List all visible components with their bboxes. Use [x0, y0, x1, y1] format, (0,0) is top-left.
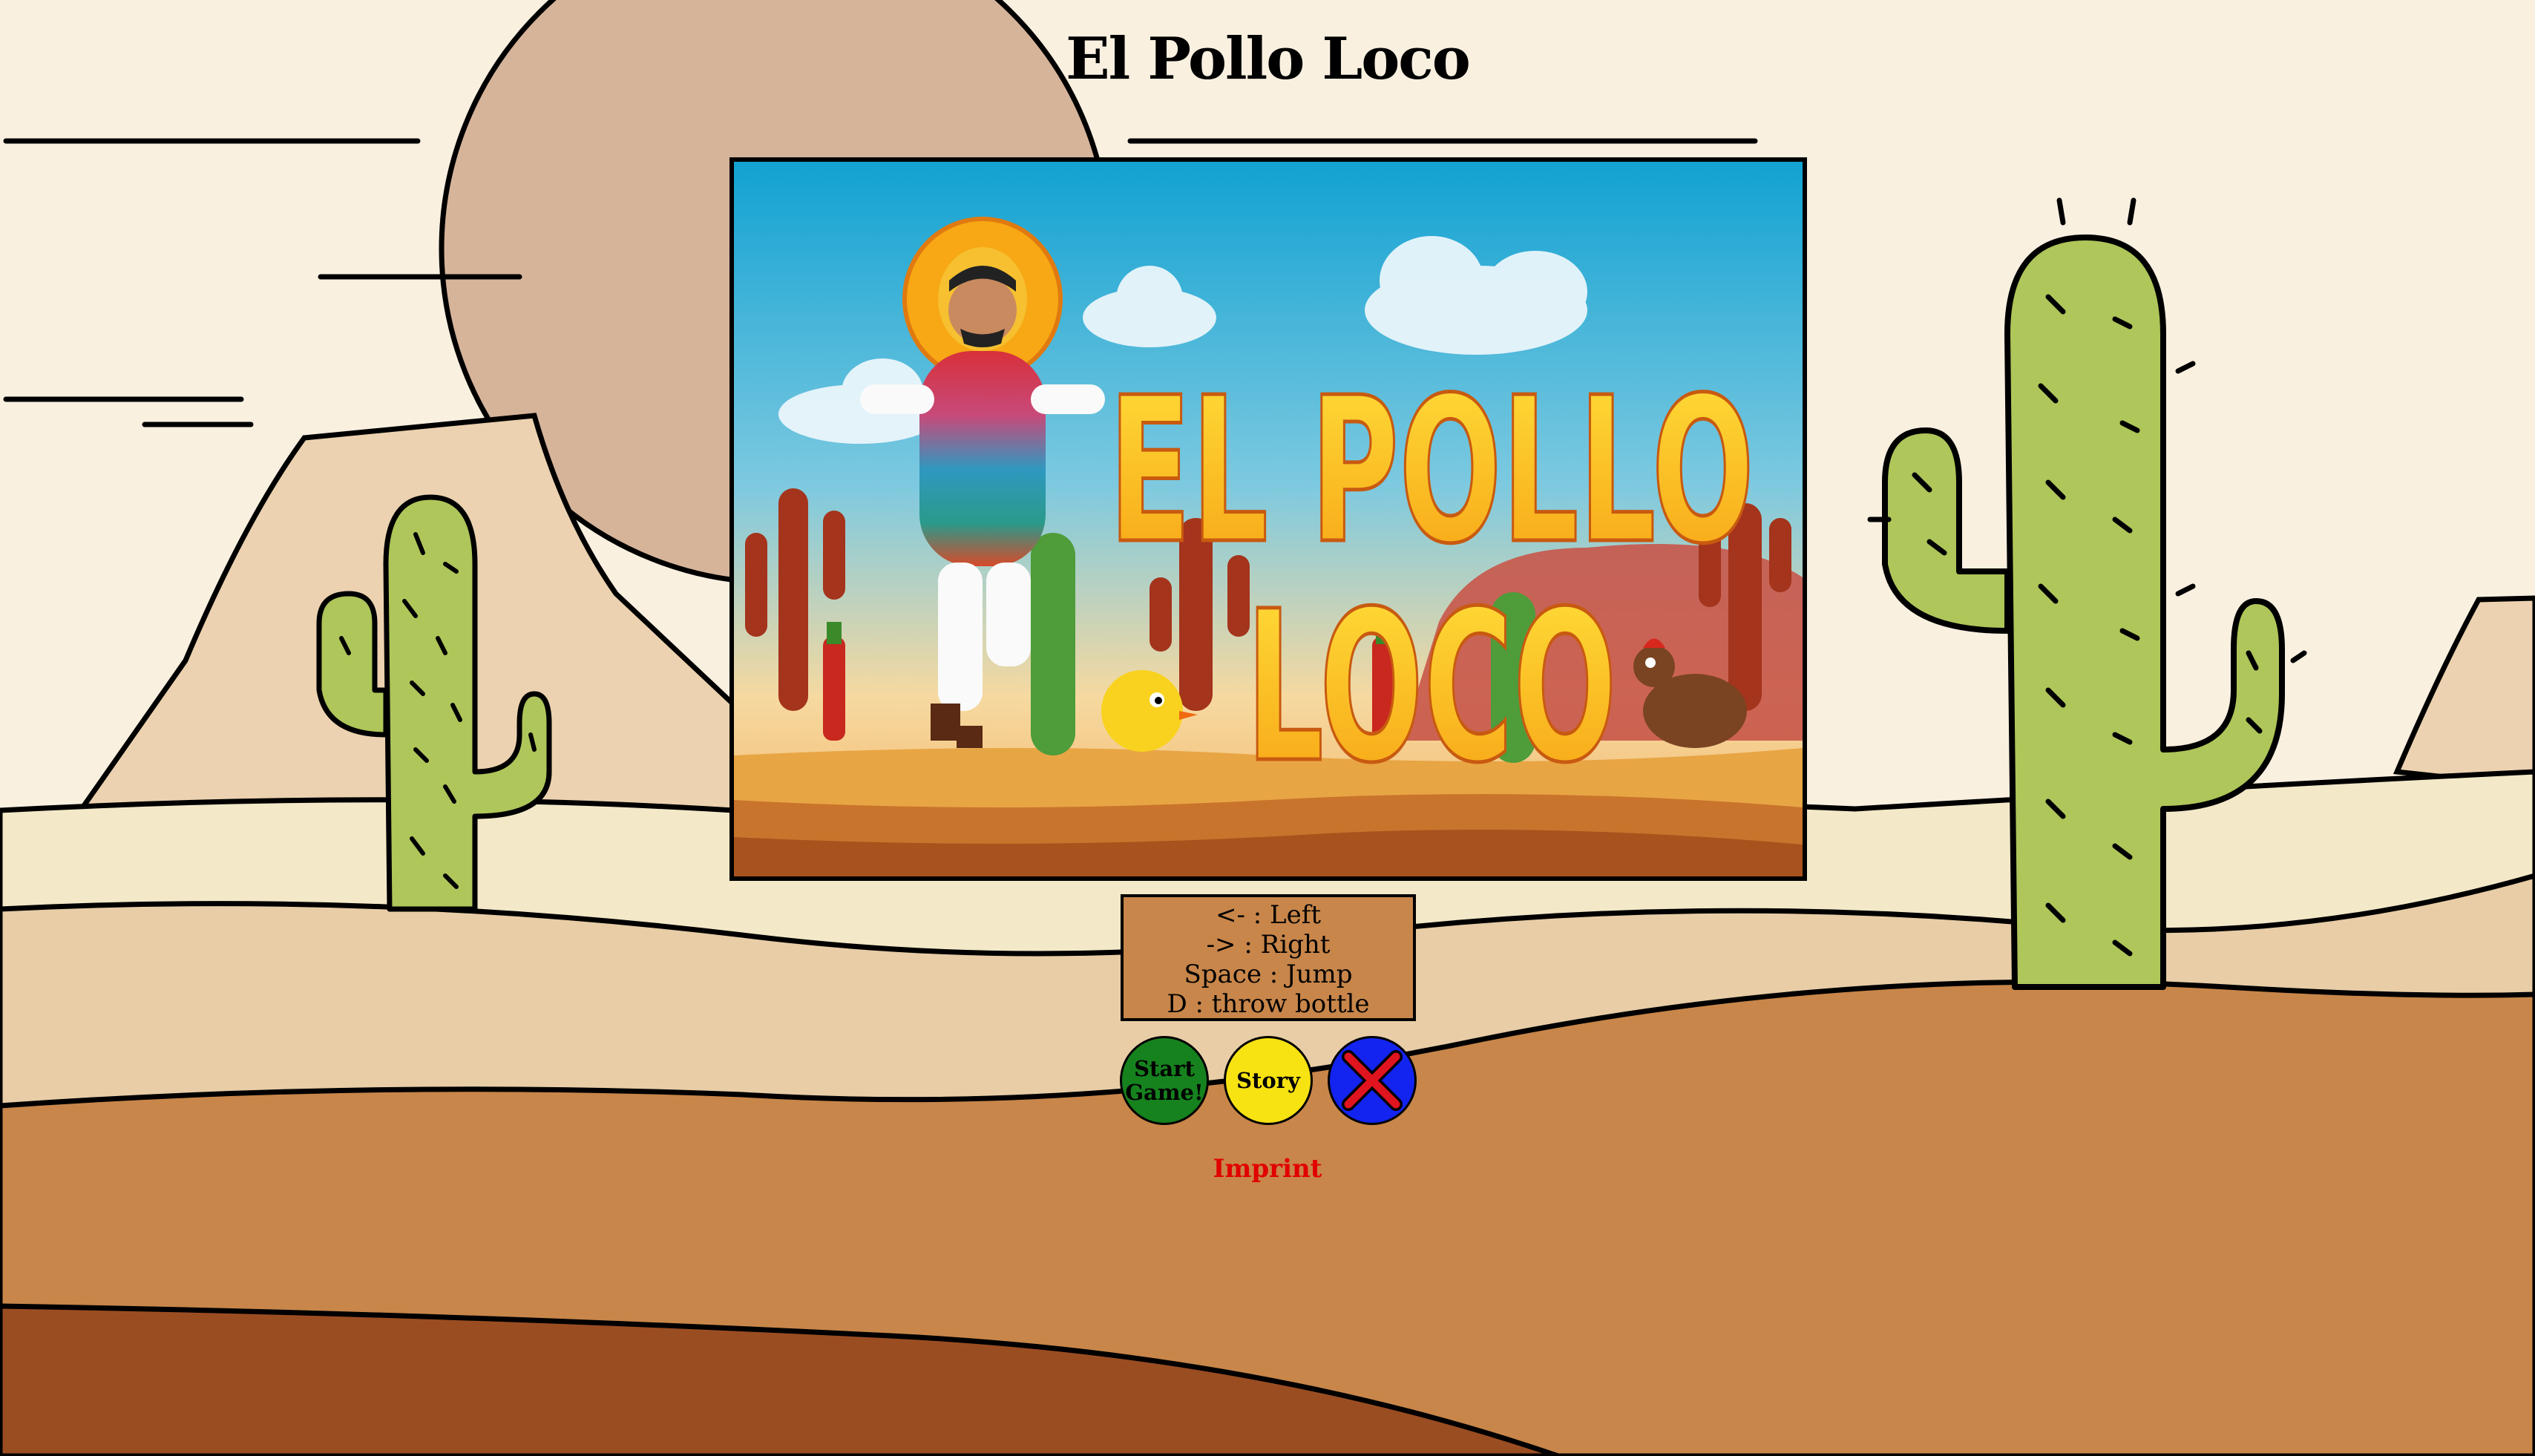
- controls-help-box: <- : Left -> : Right Space : Jump D : th…: [1121, 894, 1416, 1021]
- imprint-link[interactable]: Imprint: [0, 1154, 2535, 1184]
- control-right: -> : Right: [1206, 930, 1331, 960]
- logo-line-2: LOCO: [1246, 567, 1617, 809]
- page-title: El Pollo Loco: [1066, 25, 1471, 93]
- game-canvas[interactable]: EL POLLO LOCO: [729, 157, 1807, 881]
- story-button-label: Story: [1236, 1068, 1300, 1093]
- close-button[interactable]: [1328, 1036, 1417, 1125]
- game-page: El Pollo Loco EL POLLO LOCO <-: Left ->…: [0, 0, 2535, 1456]
- logo-line-1: EL POLLO: [1109, 354, 1754, 588]
- control-left: <- : Left: [1216, 900, 1321, 930]
- salsa-bottle-icon: [823, 622, 845, 741]
- control-jump: Space : Jump: [1184, 960, 1353, 989]
- control-throw: D : throw bottle: [1167, 989, 1370, 1019]
- start-button-label: Start Game!: [1125, 1056, 1204, 1105]
- close-x-icon: [1342, 1050, 1403, 1111]
- story-button[interactable]: Story: [1224, 1036, 1313, 1125]
- start-game-button[interactable]: Start Game!: [1120, 1036, 1209, 1125]
